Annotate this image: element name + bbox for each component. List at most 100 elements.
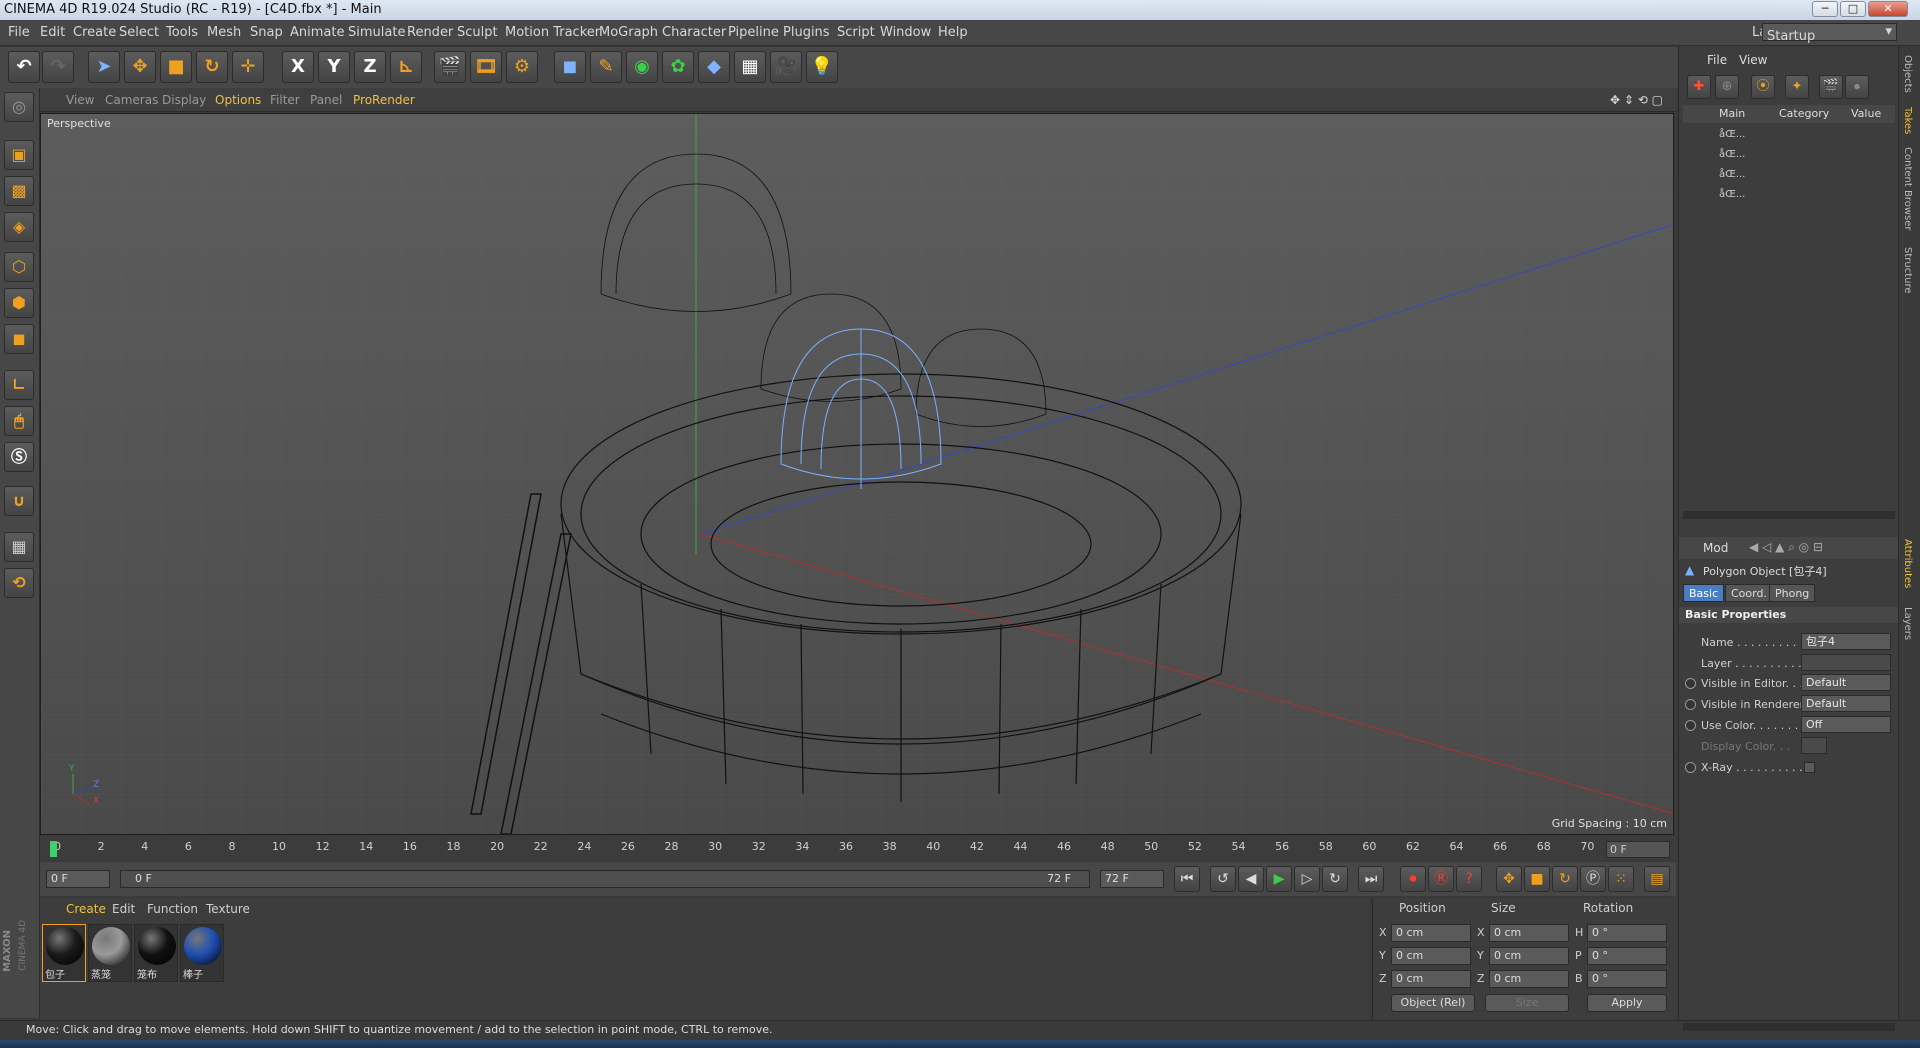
tweak-mode-icon[interactable]: 🖱 — [4, 406, 34, 436]
material-swatch[interactable]: 包子 — [42, 924, 86, 982]
workplane-mode-icon[interactable]: ◈ — [4, 212, 34, 242]
undo-icon[interactable]: ↶ — [8, 51, 40, 83]
axis-mode-icon[interactable]: ∟ — [4, 370, 34, 400]
position-z-field[interactable]: 0 cm — [1391, 970, 1471, 988]
tab-attributes[interactable]: Attributes — [1902, 539, 1913, 588]
lock-take-icon[interactable]: ⦁ — [1845, 75, 1869, 99]
material-menu-function[interactable]: Function — [147, 902, 198, 916]
polygon-mode-icon[interactable]: ◼ — [4, 324, 34, 354]
texture-mode-icon[interactable]: ▩ — [4, 176, 34, 206]
material-menu-edit[interactable]: Edit — [112, 902, 135, 916]
take-row[interactable]: åŒ... — [1719, 149, 1745, 160]
coordinate-mode-dropdown[interactable]: Object (Rel) — [1391, 994, 1475, 1012]
menu-snap[interactable]: Snap — [250, 25, 283, 40]
size-y-field[interactable]: 0 cm — [1489, 947, 1569, 965]
layout-dropdown[interactable]: Startup ▾ — [1762, 23, 1897, 44]
material-swatch[interactable]: 棒子 — [180, 924, 224, 982]
takes-scrollbar[interactable] — [1683, 511, 1895, 519]
timeline-window-icon[interactable]: ▤ — [1644, 866, 1670, 892]
menu-create[interactable]: Create — [73, 25, 116, 40]
solo-icon[interactable]: Ⓢ — [4, 442, 34, 472]
rotation-p-field[interactable]: 0 ° — [1587, 947, 1667, 965]
snap-icon[interactable]: ∪ — [4, 486, 34, 516]
takes-menu-view[interactable]: View — [1739, 53, 1767, 67]
tab-phong[interactable]: Phong — [1769, 584, 1816, 602]
menu-edit[interactable]: Edit — [40, 25, 65, 40]
menu-simulate[interactable]: Simulate — [348, 25, 405, 40]
material-menu-create[interactable]: Create — [66, 902, 106, 916]
play-icon[interactable]: ▶ — [1266, 866, 1292, 892]
attributes-mode-menu[interactable]: Mod — [1703, 541, 1728, 555]
rotate-icon[interactable]: ↻ — [196, 51, 228, 83]
timeline-playhead[interactable] — [50, 841, 57, 857]
key-rotation-icon[interactable]: ↻ — [1552, 866, 1578, 892]
viewport-menu-prorender[interactable]: ProRender — [353, 93, 415, 107]
current-frame-field[interactable]: 0 F — [1606, 841, 1670, 858]
autokey-icon[interactable]: Ⓡ — [1428, 866, 1454, 892]
redo-icon[interactable]: ↷ — [42, 51, 74, 83]
menu-sculpt[interactable]: Sculpt — [457, 25, 498, 40]
viewport-menu-view[interactable]: View — [66, 93, 94, 107]
viewport-menu-panel[interactable]: Panel — [310, 93, 342, 107]
key-position-icon[interactable]: ✥ — [1496, 866, 1522, 892]
maximize-button[interactable]: □ — [1840, 1, 1866, 17]
position-x-field[interactable]: 0 cm — [1391, 924, 1471, 942]
pen-spline-icon[interactable]: ✎ — [590, 51, 622, 83]
tab-takes[interactable]: Takes — [1902, 107, 1913, 134]
go-to-start-icon[interactable]: ⏮ — [1174, 866, 1200, 892]
xray-checkbox[interactable] — [1804, 762, 1815, 773]
timeline-range-slider[interactable]: 0 F 72 F — [120, 870, 1090, 888]
next-key-icon[interactable]: ↻ — [1322, 866, 1348, 892]
material-menu-texture[interactable]: Texture — [206, 902, 250, 916]
keyframe-selection-icon[interactable]: ? — [1456, 866, 1482, 892]
y-axis-lock-icon[interactable]: Y — [318, 51, 350, 83]
scale-icon[interactable]: ■ — [160, 51, 192, 83]
animate-radio[interactable] — [1685, 699, 1696, 710]
viewport-navigation-icons[interactable]: ✥ ⇕ ⟲ ▢ — [1610, 93, 1663, 107]
takes-menu-file[interactable]: File — [1707, 53, 1727, 67]
recent-tool-icon[interactable]: ✛ — [232, 51, 264, 83]
menu-mesh[interactable]: Mesh — [207, 25, 241, 40]
perspective-viewport[interactable]: Perspective Y Z X Grid Spacing : 10 cm — [40, 113, 1674, 835]
array-icon[interactable]: ✿ — [662, 51, 694, 83]
name-field[interactable]: 包子4 — [1801, 633, 1891, 650]
rotation-h-field[interactable]: 0 ° — [1587, 924, 1667, 942]
end-frame-field[interactable]: 72 F — [1100, 870, 1164, 888]
key-pla-icon[interactable]: ⁙ — [1608, 866, 1634, 892]
tab-coord[interactable]: Coord. — [1725, 584, 1773, 602]
take-row[interactable]: åŒ... — [1719, 169, 1745, 180]
position-y-field[interactable]: 0 cm — [1391, 947, 1471, 965]
move-icon[interactable]: ✥ — [124, 51, 156, 83]
menu-animate[interactable]: Animate — [290, 25, 344, 40]
menu-window[interactable]: Window — [880, 25, 931, 40]
render-takes-icon[interactable]: 🎬 — [1819, 75, 1843, 99]
timeline-ruler[interactable]: 0 2 4 6 8 10 12 14 16 18 20 22 24 26 28 30 32 34 36 38 40 42 4… — [40, 837, 1676, 859]
select-arrow-icon[interactable]: ➤ — [88, 51, 120, 83]
render-picture-viewer-icon[interactable]: 🎞 — [470, 51, 502, 83]
menu-select[interactable]: Select — [119, 25, 159, 40]
menu-motion-tracker[interactable]: Motion Tracker — [505, 25, 600, 40]
viewport-menu-options[interactable]: Options — [215, 93, 261, 107]
render-settings-icon[interactable]: ⚙ — [506, 51, 538, 83]
viewport-menu-cameras[interactable]: Cameras — [105, 93, 158, 107]
previous-frame-icon[interactable]: ◀ — [1238, 866, 1264, 892]
auto-take-icon[interactable]: ⦿ — [1751, 75, 1775, 99]
go-to-end-icon[interactable]: ⏭ — [1358, 866, 1384, 892]
next-frame-icon[interactable]: ▷ — [1294, 866, 1320, 892]
deformer-icon[interactable]: ◆ — [698, 51, 730, 83]
menu-render[interactable]: Render — [407, 25, 453, 40]
start-frame-field[interactable]: 0 F — [46, 870, 110, 888]
display-color-swatch[interactable] — [1801, 737, 1827, 754]
menu-help[interactable]: Help — [938, 25, 968, 40]
add-take-icon[interactable]: ✚ — [1687, 75, 1711, 99]
x-axis-lock-icon[interactable]: X — [282, 51, 314, 83]
apply-button[interactable]: Apply — [1587, 994, 1667, 1012]
material-swatch[interactable]: 笼布 — [134, 924, 178, 982]
size-z-field[interactable]: 0 cm — [1489, 970, 1569, 988]
menu-mograph[interactable]: MoGraph — [599, 25, 658, 40]
attributes-scrollbar[interactable] — [1683, 1023, 1895, 1031]
menu-pipeline[interactable]: Pipeline — [728, 25, 779, 40]
menu-script[interactable]: Script — [837, 25, 875, 40]
visible-editor-dropdown[interactable]: Default — [1801, 674, 1891, 691]
previous-key-icon[interactable]: ↺ — [1210, 866, 1236, 892]
